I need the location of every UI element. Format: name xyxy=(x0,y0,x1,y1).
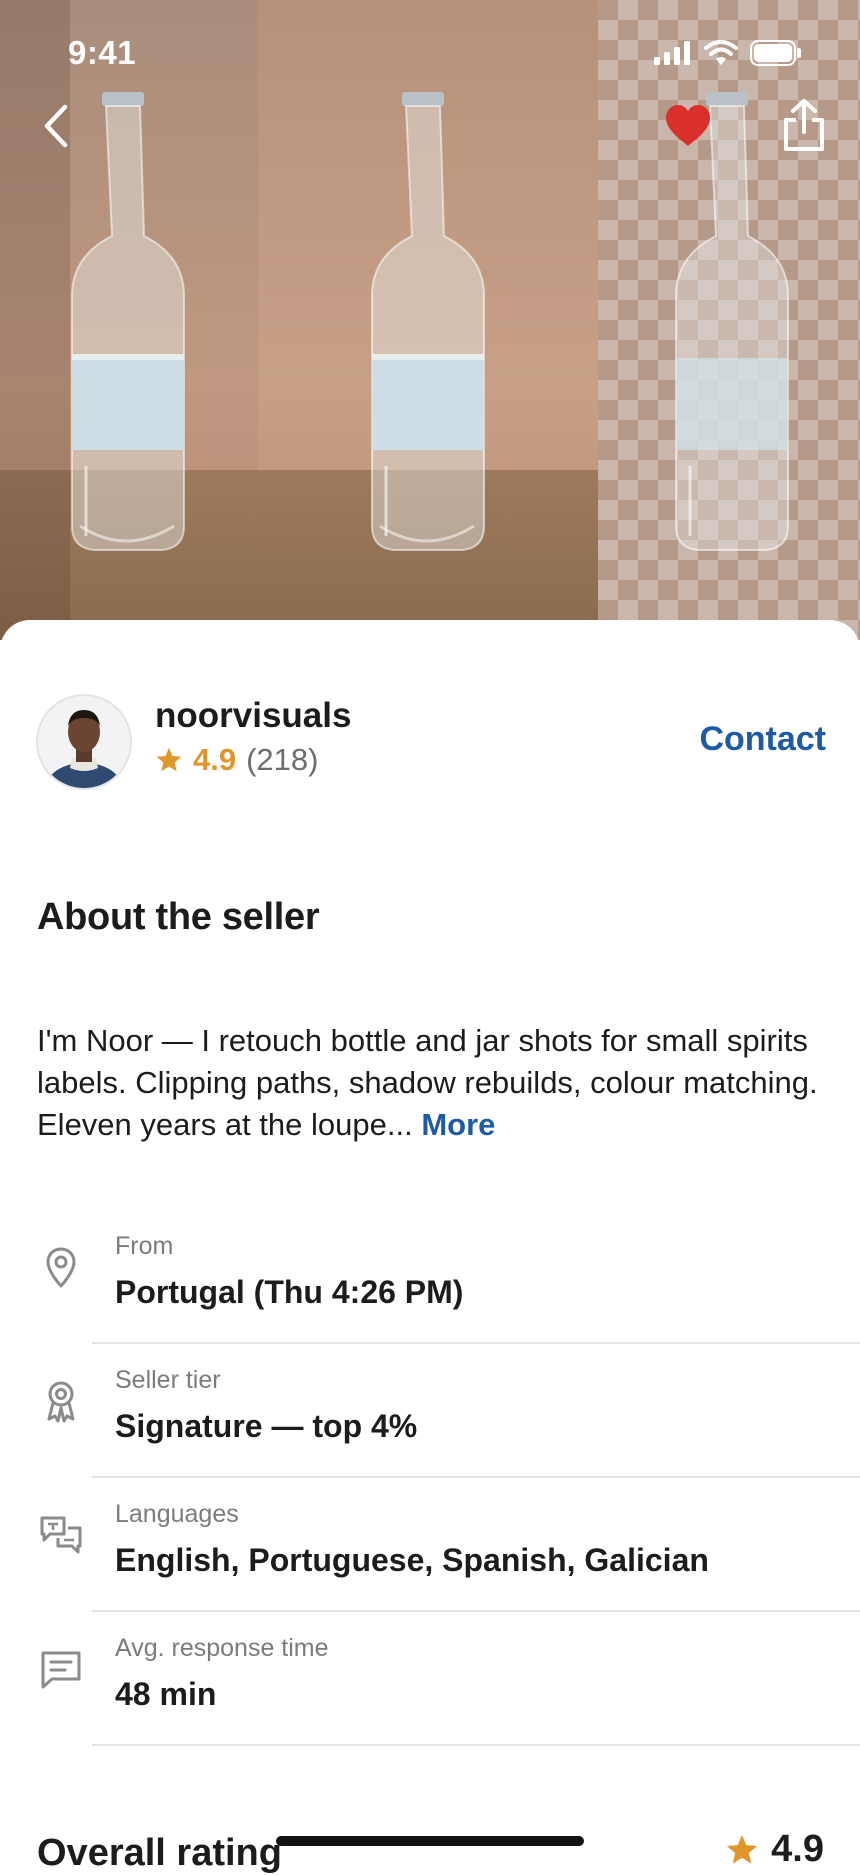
home-indicator[interactable] xyxy=(276,1836,584,1846)
more-link[interactable]: More xyxy=(421,1107,495,1142)
star-icon xyxy=(727,1834,758,1864)
info-row-languages: Languages English, Portuguese, Spanish, … xyxy=(0,1478,860,1612)
avatar[interactable] xyxy=(36,694,132,790)
signal-icon xyxy=(654,41,690,65)
status-bar: 9:41 xyxy=(0,0,860,104)
overall-rating-score: 4.9 xyxy=(725,1828,824,1871)
heart-icon xyxy=(666,105,710,146)
about-title: About the seller xyxy=(37,896,320,938)
about-text: I'm Noor — I retouch bottle and jar shot… xyxy=(37,1020,827,1146)
review-count: (218) xyxy=(246,742,319,777)
share-icon xyxy=(784,99,824,151)
info-label: From xyxy=(115,1232,174,1260)
seller-username[interactable]: noorvisuals xyxy=(155,696,351,736)
info-value: Signature — top 4% xyxy=(115,1408,418,1444)
info-row-tier: Seller tier Signature — top 4% xyxy=(0,1344,860,1478)
info-label: Avg. response time xyxy=(115,1634,329,1662)
info-value: English, Portuguese, Spanish, Galician xyxy=(115,1542,709,1578)
wifi-icon xyxy=(704,40,738,65)
star-icon xyxy=(156,747,182,772)
overall-score-value: 4.9 xyxy=(771,1828,824,1870)
share-button[interactable] xyxy=(774,92,834,158)
message-icon xyxy=(41,1651,81,1689)
back-icon xyxy=(44,104,68,148)
seller-rating: 4.9 (218) xyxy=(155,742,318,778)
translate-chat-icon xyxy=(40,1516,82,1554)
favorite-button[interactable] xyxy=(658,96,718,156)
back-button[interactable] xyxy=(28,98,84,154)
info-label: Seller tier xyxy=(115,1366,221,1394)
status-time: 9:41 xyxy=(68,34,137,71)
contact-button[interactable]: Contact xyxy=(699,720,826,759)
battery-icon xyxy=(750,40,801,66)
bottle-2 xyxy=(371,92,485,551)
seller-sheet: noorvisuals 4.9 (218) Contact About the … xyxy=(0,620,860,1874)
overall-rating-title: Overall rating xyxy=(37,1832,282,1874)
info-value: Portugal (Thu 4:26 PM) xyxy=(115,1274,464,1310)
info-value: 48 min xyxy=(115,1676,217,1712)
award-ribbon-icon xyxy=(47,1381,75,1423)
location-pin-icon xyxy=(46,1247,76,1288)
avatar-portrait xyxy=(38,696,130,788)
info-label: Languages xyxy=(115,1500,239,1528)
hero-image: 9:41 xyxy=(0,0,860,640)
info-row-from: From Portugal (Thu 4:26 PM) xyxy=(0,1210,860,1344)
info-row-response: Avg. response time 48 min xyxy=(0,1612,860,1746)
seller-info-list: From Portugal (Thu 4:26 PM) Seller tier … xyxy=(0,1210,860,1746)
bottle-1 xyxy=(71,92,185,551)
seller-header: noorvisuals 4.9 (218) Contact xyxy=(36,694,826,790)
rating-value: 4.9 xyxy=(193,742,237,777)
